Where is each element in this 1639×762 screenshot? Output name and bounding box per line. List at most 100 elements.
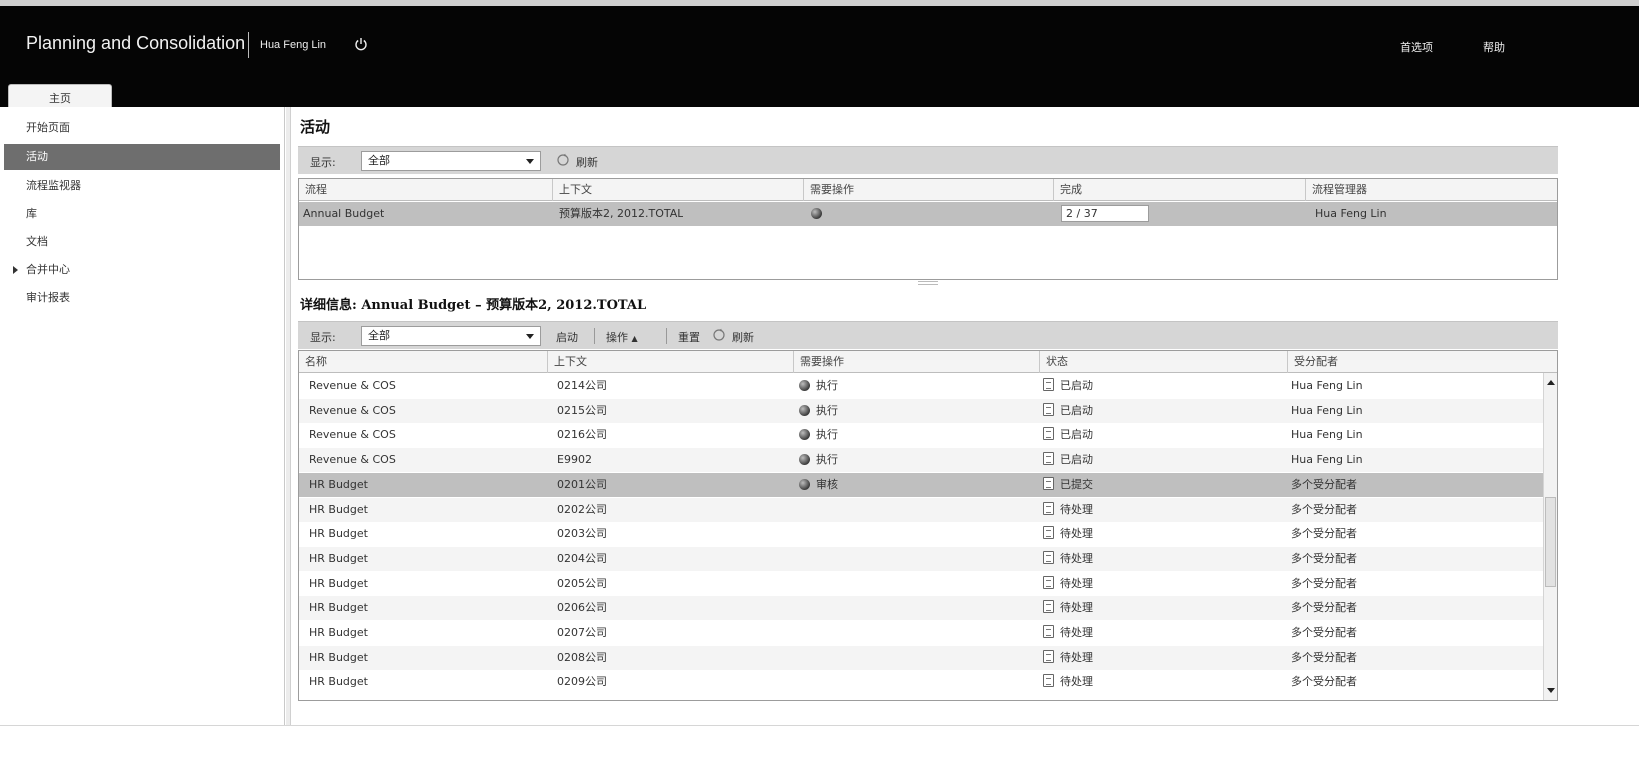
launch-button[interactable]: 启动 <box>556 329 578 345</box>
power-icon[interactable] <box>354 37 368 51</box>
table-row[interactable]: HR Budget 0204公司 待处理 多个受分配者 <box>299 546 1557 571</box>
status-cell: 待处理 <box>1043 646 1093 670</box>
table-row[interactable]: HR Budget 0209公司 待处理 多个受分配者 <box>299 670 1557 694</box>
col-header-process[interactable]: 流程 <box>299 179 552 201</box>
sidebar-item-documents[interactable]: 文档 <box>4 229 280 255</box>
table-row[interactable]: Revenue & COS E9902 执行 已启动 Hua Feng Lin <box>299 448 1557 473</box>
assignee-cell: 多个受分配者 <box>1291 498 1357 522</box>
action-dot-icon[interactable] <box>799 404 810 416</box>
table-row[interactable]: HR Budget 0208公司 待处理 多个受分配者 <box>299 645 1557 670</box>
col-header-action-required[interactable]: 需要操作 <box>803 179 1053 201</box>
action-cell[interactable]: 审核 <box>799 473 838 497</box>
expand-arrow-icon[interactable] <box>13 266 18 274</box>
refresh-icon[interactable] <box>556 153 570 167</box>
show-filter-select[interactable]: 全部 <box>361 151 541 171</box>
name-cell: HR Budget <box>309 646 368 670</box>
context-cell-text: 0214公司 <box>557 379 607 392</box>
sidebar-splitter[interactable] <box>286 107 291 725</box>
sidebar-item-library[interactable]: 库 <box>4 201 280 227</box>
sidebar-item-activities[interactable]: 活动 <box>4 144 280 170</box>
name-cell-text: Revenue & COS <box>309 379 396 392</box>
action-dot-icon[interactable] <box>799 429 810 441</box>
table-row[interactable]: HR Budget 0202公司 待处理 多个受分配者 <box>299 497 1557 522</box>
action-cell[interactable]: 执行 <box>799 423 838 447</box>
name-cell-text: HR Budget <box>309 675 368 689</box>
table-row[interactable]: HR Budget 0206公司 待处理 多个受分配者 <box>299 596 1557 621</box>
assignee-cell-text: Hua Feng Lin <box>1291 403 1363 417</box>
refresh-icon[interactable] <box>712 328 726 342</box>
table-row[interactable]: Revenue & COS 0216公司 执行 已启动 Hua Feng Lin <box>299 423 1557 447</box>
sidebar-item-audit-reports[interactable]: 审计报表 <box>4 285 280 311</box>
name-cell-text: Revenue & COS <box>309 428 396 442</box>
table-row[interactable]: Revenue & COS 0214公司 执行 已启动 Hua Feng Lin <box>299 374 1557 398</box>
table-row[interactable]: Annual Budget 预算版本2, 2012.TOTAL 2 / 37 H… <box>299 202 1557 226</box>
assignee-cell: 多个受分配者 <box>1291 572 1357 596</box>
title-separator <box>248 32 249 58</box>
action-cell[interactable]: 执行 <box>799 448 838 472</box>
col-header-context[interactable]: 上下文 <box>552 179 803 201</box>
document-icon <box>1043 625 1054 638</box>
table-row[interactable]: HR Budget 0201公司 审核 已提交 多个受分配者 <box>299 472 1557 497</box>
status-cell: 已提交 <box>1043 473 1093 497</box>
context-cell-text: 0209公司 <box>557 675 607 689</box>
sidebar-item-consolidation-center[interactable]: 合并中心 <box>4 257 280 283</box>
action-cell[interactable]: 执行 <box>799 374 838 398</box>
name-cell-text: HR Budget <box>309 551 368 565</box>
scroll-up-icon[interactable] <box>1547 380 1555 385</box>
action-cell-text: 执行 <box>816 453 838 467</box>
col-header-process-manager[interactable]: 流程管理器 <box>1305 179 1557 201</box>
reset-button[interactable]: 重置 <box>678 329 700 345</box>
name-cell: HR Budget <box>309 670 368 694</box>
sidebar-item-process-monitor[interactable]: 流程监视器 <box>4 173 280 199</box>
col-header-context[interactable]: 上下文 <box>547 351 793 373</box>
action-dot-icon[interactable] <box>799 380 810 391</box>
top-bar: Planning and Consolidation Hua Feng Lin … <box>0 0 1639 113</box>
activity-grid-header: 流程 上下文 需要操作 完成 流程管理器 <box>299 179 1557 201</box>
details-refresh-button[interactable]: 刷新 <box>732 329 754 345</box>
actions-menu-button[interactable]: 操作 ▲ <box>606 329 638 345</box>
col-header-name[interactable]: 名称 <box>299 351 547 373</box>
app-title: Planning and Consolidation <box>26 33 246 53</box>
scroll-down-icon[interactable] <box>1547 688 1555 693</box>
refresh-button[interactable]: 刷新 <box>576 154 598 170</box>
status-cell: 已启动 <box>1043 448 1093 472</box>
process-cell: Annual Budget <box>303 207 385 220</box>
name-cell: HR Budget <box>309 596 368 620</box>
name-cell-text: HR Budget <box>309 650 368 664</box>
status-cell: 待处理 <box>1043 522 1093 546</box>
name-cell: Revenue & COS <box>309 448 396 472</box>
table-row[interactable]: HR Budget 0205公司 待处理 多个受分配者 <box>299 572 1557 596</box>
document-icon <box>1043 575 1054 589</box>
table-row[interactable]: HR Budget 0207公司 待处理 多个受分配者 <box>299 621 1557 645</box>
options-link[interactable]: 首选项 <box>1400 39 1433 55</box>
details-show-filter-select[interactable]: 全部 <box>361 326 541 346</box>
vertical-scrollbar[interactable] <box>1543 373 1557 700</box>
details-grid-header: 名称 上下文 需要操作 状态 受分配者 <box>299 351 1557 373</box>
help-link[interactable]: 帮助 <box>1483 39 1505 55</box>
panel-splitter-handle[interactable] <box>918 281 938 285</box>
name-cell-text: HR Budget <box>309 527 368 541</box>
document-icon <box>1043 600 1054 614</box>
sidebar-item-start-page[interactable]: 开始页面 <box>4 115 280 141</box>
action-cell[interactable]: 执行 <box>799 399 838 423</box>
status-cell: 待处理 <box>1043 596 1093 620</box>
col-header-assignee[interactable]: 受分配者 <box>1287 351 1557 373</box>
document-icon <box>1043 452 1054 466</box>
table-row[interactable]: Revenue & COS 0215公司 执行 已启动 Hua Feng Lin <box>299 398 1557 423</box>
action-dot-icon[interactable] <box>799 478 810 490</box>
action-dot-icon[interactable] <box>799 454 810 466</box>
col-header-action-required[interactable]: 需要操作 <box>793 351 1039 373</box>
context-cell: 0205公司 <box>557 572 607 596</box>
table-row[interactable]: HR Budget 0203公司 待处理 多个受分配者 <box>299 522 1557 546</box>
action-cell[interactable] <box>811 202 828 226</box>
context-cell-text: 0203公司 <box>557 527 607 541</box>
name-cell-text: Revenue & COS <box>309 403 396 417</box>
scrollbar-thumb[interactable] <box>1545 497 1556 587</box>
col-header-status[interactable]: 状态 <box>1039 351 1287 373</box>
chevron-down-icon <box>526 159 534 164</box>
context-cell: 0203公司 <box>557 522 607 546</box>
assignee-cell-text: 多个受分配者 <box>1291 626 1357 639</box>
sidebar-item-label: 开始页面 <box>26 121 70 134</box>
col-header-completed[interactable]: 完成 <box>1053 179 1305 201</box>
status-dot-icon[interactable] <box>811 208 822 219</box>
